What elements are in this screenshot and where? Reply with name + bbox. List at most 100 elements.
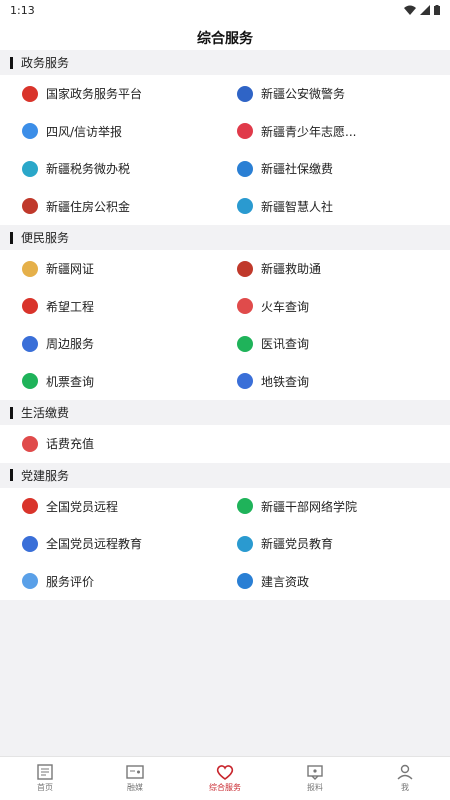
nav-item-label: 报料 bbox=[307, 783, 323, 792]
phone-recharge-icon bbox=[22, 435, 38, 452]
hope-project-icon bbox=[22, 298, 38, 315]
nearby-icon bbox=[22, 335, 38, 352]
service-item[interactable]: 机票查询 bbox=[0, 363, 225, 401]
section-title: 生活缴费 bbox=[0, 400, 450, 425]
nav-item[interactable]: 融媒 bbox=[90, 757, 180, 800]
service-item[interactable]: 新疆公安微警务 bbox=[225, 75, 450, 113]
smart-hr-icon bbox=[237, 198, 253, 215]
service-item[interactable]: 服务评价 bbox=[0, 563, 225, 601]
service-item[interactable]: 新疆智慧人社 bbox=[225, 188, 450, 226]
section-label: 便民服务 bbox=[21, 231, 70, 245]
service-item[interactable]: 新疆党员教育 bbox=[225, 525, 450, 563]
nav-item[interactable]: 我 bbox=[360, 757, 450, 800]
service-item-label: 希望工程 bbox=[46, 299, 95, 314]
service-item-label: 火车查询 bbox=[261, 299, 310, 314]
net-id-icon bbox=[22, 260, 38, 277]
bottom-nav: 首页 融媒 综合服务 报料 我 bbox=[0, 756, 450, 800]
section-title: 党建服务 bbox=[0, 462, 450, 488]
nav-item[interactable]: 报料 bbox=[270, 757, 360, 800]
suggestion-icon bbox=[237, 573, 253, 590]
service-item[interactable]: 希望工程 bbox=[0, 288, 225, 326]
cadre-academy-icon bbox=[237, 498, 253, 515]
service-item-label: 医讯查询 bbox=[261, 337, 310, 352]
service-item-label: 机票查询 bbox=[46, 374, 95, 389]
section-label: 党建服务 bbox=[21, 468, 70, 483]
section-marker bbox=[10, 406, 13, 419]
nav-item-label: 首页 bbox=[37, 783, 53, 792]
service-item-label: 新疆网证 bbox=[46, 262, 95, 277]
education-icon bbox=[22, 535, 38, 552]
service-sections: 政务服务国家政务服务平台 新疆公安微警务四风/信访举报 新疆青少年志愿... 新疆税务… bbox=[0, 50, 450, 600]
nav-item[interactable]: 综合服务 bbox=[180, 757, 270, 800]
service-grid: 话费充值 bbox=[0, 425, 450, 463]
section-title: 便民服务 bbox=[0, 225, 450, 250]
service-item[interactable]: 全国党员远程 bbox=[0, 488, 225, 526]
service-item[interactable]: 医讯查询 bbox=[225, 325, 450, 363]
service-item[interactable]: 新疆社保缴费 bbox=[225, 150, 450, 188]
section-marker bbox=[10, 56, 13, 69]
service-item-label: 四风/信访举报 bbox=[46, 124, 123, 139]
rescue-icon bbox=[237, 260, 253, 277]
profile-icon bbox=[396, 764, 414, 782]
service-item[interactable]: 新疆网证 bbox=[0, 250, 225, 288]
service-item-label: 新疆青少年志愿... bbox=[261, 124, 357, 139]
service-item[interactable]: 四风/信访举报 bbox=[0, 113, 225, 151]
service-item-label: 周边服务 bbox=[46, 337, 95, 352]
police-badge-icon bbox=[237, 85, 253, 102]
service-heart-icon bbox=[216, 764, 234, 782]
service-grid: 新疆网证 新疆救助通希望工程 火车查询周边服务 医讯查询机票查询 地铁查询 bbox=[0, 250, 450, 400]
section-label: 政务服务 bbox=[21, 56, 70, 70]
status-bar: 1:13 bbox=[0, 0, 450, 20]
party-emblem-icon bbox=[22, 498, 38, 515]
status-time: 1:13 bbox=[10, 3, 35, 17]
service-item[interactable]: 建言资政 bbox=[225, 563, 450, 601]
service-item-label: 全国党员远程 bbox=[46, 499, 119, 514]
nav-item[interactable]: 首页 bbox=[0, 757, 90, 800]
section-title: 政务服务 bbox=[0, 50, 450, 75]
train-icon bbox=[237, 298, 253, 315]
section-marker bbox=[10, 469, 13, 481]
service-item-label: 新疆社保缴费 bbox=[261, 162, 334, 177]
service-item-label: 新疆住房公积金 bbox=[46, 199, 131, 214]
page-title: 综合服务 bbox=[0, 20, 450, 50]
service-item-label: 服务评价 bbox=[46, 574, 95, 589]
service-item[interactable]: 新疆青少年志愿... bbox=[225, 113, 450, 151]
status-icons bbox=[404, 5, 440, 15]
service-item[interactable]: 新疆救助通 bbox=[225, 250, 450, 288]
service-grid: 国家政务服务平台 新疆公安微警务 四风/信访举报 新疆青少年志愿... 新疆税务微办税新… bbox=[0, 75, 450, 225]
battery-icon bbox=[434, 5, 440, 15]
service-item-label: 地铁查询 bbox=[261, 374, 310, 389]
service-item-label: 话费充值 bbox=[46, 437, 95, 452]
nav-item-label: 融媒 bbox=[127, 783, 143, 792]
signal-icon bbox=[420, 5, 430, 15]
service-item-label: 新疆干部网络学院 bbox=[261, 499, 358, 514]
tax-icon bbox=[22, 160, 38, 177]
service-item[interactable]: 新疆税务微办税 bbox=[0, 150, 225, 188]
media-icon bbox=[126, 764, 144, 782]
social-security-icon bbox=[237, 160, 253, 177]
section-label: 生活缴费 bbox=[21, 406, 70, 420]
medical-icon bbox=[237, 335, 253, 352]
service-item[interactable]: 新疆干部网络学院 bbox=[225, 488, 450, 526]
party-education-icon bbox=[237, 535, 253, 552]
service-item[interactable]: 新疆住房公积金 bbox=[0, 188, 225, 226]
service-item-label: 新疆党员教育 bbox=[261, 537, 334, 552]
section-marker bbox=[10, 231, 13, 244]
service-item-label: 建言资政 bbox=[261, 574, 310, 589]
service-item[interactable]: 周边服务 bbox=[0, 325, 225, 363]
subway-icon bbox=[237, 373, 253, 390]
nav-item-label: 我 bbox=[401, 783, 409, 792]
report-icon bbox=[306, 764, 324, 782]
national-emblem-icon bbox=[22, 85, 38, 102]
service-item-label: 新疆救助通 bbox=[261, 262, 322, 277]
housing-fund-icon bbox=[22, 198, 38, 215]
service-item[interactable]: 国家政务服务平台 bbox=[0, 75, 225, 113]
wifi-icon bbox=[404, 5, 416, 15]
service-item[interactable]: 全国党员远程教育 bbox=[0, 525, 225, 563]
service-item[interactable]: 火车查询 bbox=[225, 288, 450, 326]
service-item-label: 新疆公安微警务 bbox=[261, 87, 346, 102]
service-item[interactable]: 话费充值 bbox=[0, 425, 225, 463]
paper-plane-icon bbox=[22, 123, 38, 140]
service-item[interactable]: 地铁查询 bbox=[225, 363, 450, 401]
home-icon bbox=[36, 764, 54, 782]
